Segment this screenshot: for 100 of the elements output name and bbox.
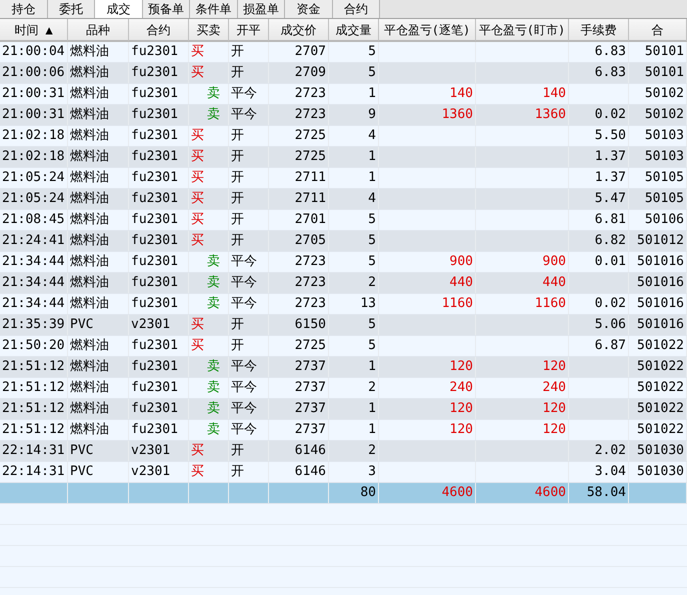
table-cell: 5.50 bbox=[569, 126, 629, 146]
table-cell: 2705 bbox=[269, 231, 329, 251]
table-cell: 501022 bbox=[629, 399, 687, 419]
table-cell-text: 买 bbox=[191, 211, 204, 229]
table-cell: 21:00:31 bbox=[0, 105, 68, 125]
tab[interactable]: 条件单 bbox=[190, 0, 238, 18]
table-cell: 2711 bbox=[269, 168, 329, 188]
table-cell: 2709 bbox=[269, 63, 329, 83]
table-cell: 2737 bbox=[269, 357, 329, 377]
table-cell: 2 bbox=[329, 273, 379, 293]
table-cell: 开 bbox=[229, 231, 269, 251]
table-cell: 6.81 bbox=[569, 210, 629, 230]
table-cell: 燃料油 bbox=[68, 378, 129, 398]
table-cell: 1360 bbox=[379, 105, 476, 125]
column-header[interactable]: 平仓盈亏(逐笔) bbox=[379, 19, 476, 41]
table-cell: 9 bbox=[329, 105, 379, 125]
table-cell: v2301 bbox=[129, 441, 189, 461]
column-header[interactable]: 时间 ▲ bbox=[0, 19, 68, 41]
table-cell: 5 bbox=[329, 252, 379, 272]
table-cell: fu2301 bbox=[129, 42, 189, 62]
total-cell: 80 bbox=[329, 483, 379, 503]
column-header[interactable]: 成交价 bbox=[269, 19, 329, 41]
table-cell: 燃料油 bbox=[68, 336, 129, 356]
tab[interactable]: 持仓 bbox=[0, 0, 48, 18]
table-cell: PVC bbox=[68, 462, 129, 482]
column-header[interactable]: 品种 bbox=[68, 19, 129, 41]
table-cell: 501022 bbox=[629, 357, 687, 377]
table-cell-text: 买 bbox=[191, 43, 204, 61]
table-cell: 1 bbox=[329, 84, 379, 104]
tab[interactable]: 损盈单 bbox=[238, 0, 285, 18]
table-cell: 开 bbox=[229, 441, 269, 461]
table-cell: 240 bbox=[476, 378, 569, 398]
table-cell: 平今 bbox=[229, 378, 269, 398]
table-cell: 1 bbox=[329, 399, 379, 419]
column-header[interactable]: 买卖 bbox=[189, 19, 229, 41]
table-cell: 平今 bbox=[229, 105, 269, 125]
table-cell: 4 bbox=[329, 189, 379, 209]
table-cell: 120 bbox=[379, 420, 476, 440]
table-cell: 燃料油 bbox=[68, 126, 129, 146]
table-cell: 21:51:12 bbox=[0, 357, 68, 377]
table-cell: 50105 bbox=[629, 189, 687, 209]
tab[interactable]: 资金 bbox=[285, 0, 332, 18]
table-cell-text: 卖 bbox=[207, 253, 220, 271]
table-cell: 燃料油 bbox=[68, 147, 129, 167]
tab[interactable]: 预备单 bbox=[142, 0, 190, 18]
table-cell: 50102 bbox=[629, 84, 687, 104]
table-cell: fu2301 bbox=[129, 399, 189, 419]
table-cell: 平今 bbox=[229, 84, 269, 104]
column-header[interactable]: 开平 bbox=[229, 19, 269, 41]
tab[interactable]: 委托 bbox=[48, 0, 95, 18]
table-cell: 21:02:18 bbox=[0, 147, 68, 167]
table-cell: 501022 bbox=[629, 378, 687, 398]
table-cell-text: 卖 bbox=[207, 358, 220, 376]
table-cell: 2723 bbox=[269, 105, 329, 125]
table-cell: 燃料油 bbox=[68, 210, 129, 230]
table-cell-text: 买 bbox=[191, 232, 204, 250]
table-cell: fu2301 bbox=[129, 252, 189, 272]
column-header[interactable]: 合约 bbox=[129, 19, 189, 41]
table-cell: 燃料油 bbox=[68, 63, 129, 83]
total-cell: 4600 bbox=[476, 483, 569, 503]
table-cell: 2725 bbox=[269, 126, 329, 146]
table-cell: 21:05:24 bbox=[0, 189, 68, 209]
table-cell: 21:00:06 bbox=[0, 63, 68, 83]
table-cell-text: 买 bbox=[191, 190, 204, 208]
table-cell: 5 bbox=[329, 210, 379, 230]
table-cell: 6.83 bbox=[569, 42, 629, 62]
table-cell: fu2301 bbox=[129, 273, 189, 293]
table-cell: 21:02:18 bbox=[0, 126, 68, 146]
table-cell: 开 bbox=[229, 168, 269, 188]
table-cell: 2723 bbox=[269, 273, 329, 293]
table-cell-text: 买 bbox=[191, 148, 204, 166]
table-cell: 21:51:12 bbox=[0, 399, 68, 419]
column-header[interactable]: 手续费 bbox=[569, 19, 629, 41]
table-cell: 21:35:39 bbox=[0, 315, 68, 335]
tab[interactable]: 合约 bbox=[332, 0, 380, 18]
table-cell: v2301 bbox=[129, 462, 189, 482]
table-cell: 21:34:44 bbox=[0, 294, 68, 314]
table-cell: 240 bbox=[379, 378, 476, 398]
table-cell: 1 bbox=[329, 168, 379, 188]
table-cell-text: 买 bbox=[191, 169, 204, 187]
table-cell: 燃料油 bbox=[68, 252, 129, 272]
table-cell: 5.06 bbox=[569, 315, 629, 335]
column-header[interactable]: 平仓盈亏(盯市) bbox=[476, 19, 569, 41]
table-cell: 5 bbox=[329, 315, 379, 335]
table-cell: 140 bbox=[379, 84, 476, 104]
table-cell: fu2301 bbox=[129, 294, 189, 314]
table-cell: 3 bbox=[329, 462, 379, 482]
table-cell: 1 bbox=[329, 147, 379, 167]
column-header[interactable]: 成交量 bbox=[329, 19, 379, 41]
table-cell: 开 bbox=[229, 147, 269, 167]
table-cell: 21:24:41 bbox=[0, 231, 68, 251]
table-cell: 2725 bbox=[269, 147, 329, 167]
table-cell: 501030 bbox=[629, 441, 687, 461]
table-cell: 501022 bbox=[629, 336, 687, 356]
table-cell: 50101 bbox=[629, 42, 687, 62]
tab[interactable]: 成交 bbox=[95, 0, 142, 18]
column-header[interactable]: 合 bbox=[629, 19, 687, 41]
table-cell: 1 bbox=[329, 357, 379, 377]
table-cell: 1 bbox=[329, 420, 379, 440]
table-cell: 2723 bbox=[269, 252, 329, 272]
